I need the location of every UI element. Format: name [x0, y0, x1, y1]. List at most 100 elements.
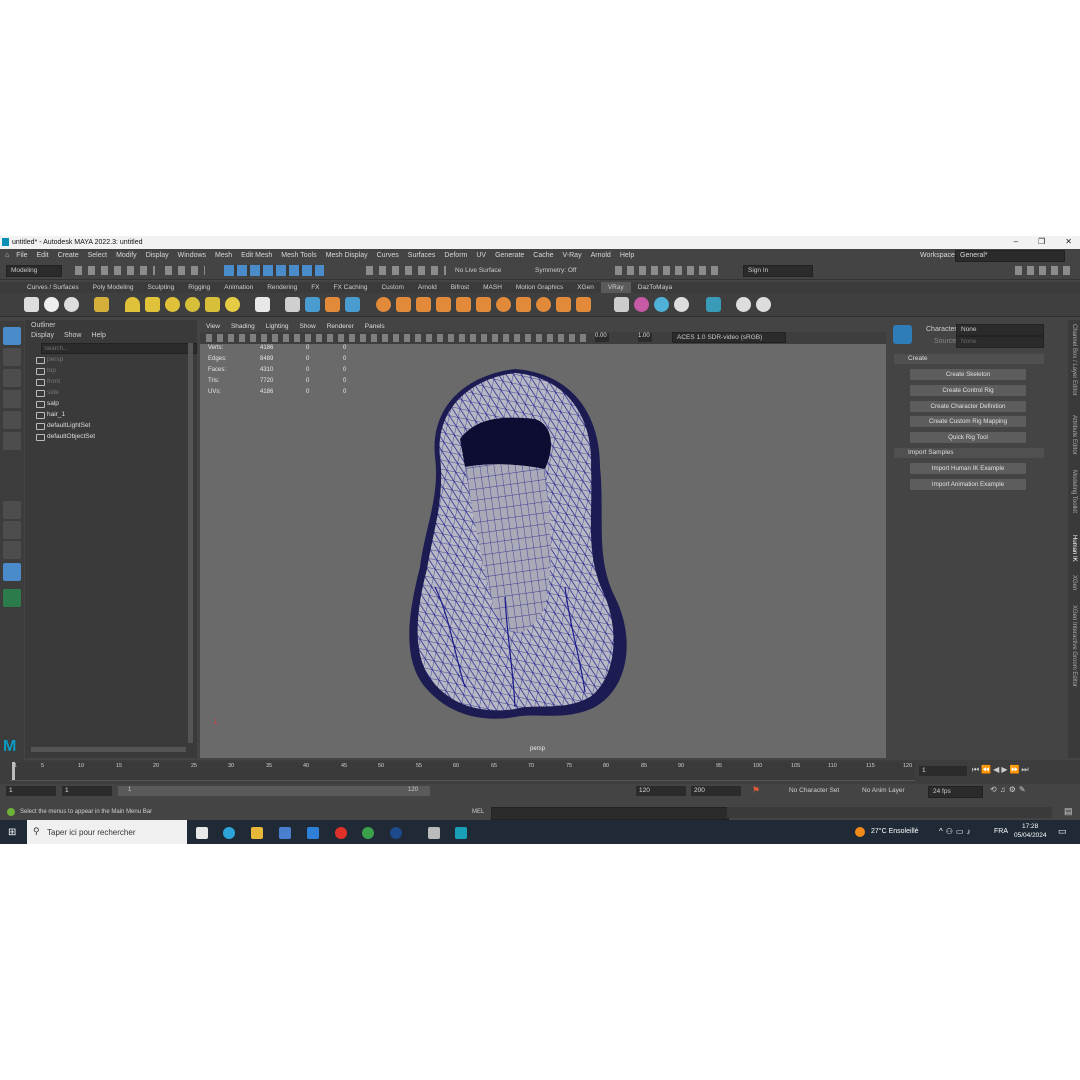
chrome-icon[interactable]	[362, 827, 374, 839]
dome-light-icon[interactable]	[125, 297, 140, 312]
color-space-dropdown[interactable]: ACES 1.0 SDR-video (sRGB)	[672, 332, 786, 343]
search-icon[interactable]	[3, 589, 21, 607]
shelf-tab-sculpting[interactable]: Sculpting	[141, 282, 182, 293]
opera-icon[interactable]	[335, 827, 347, 839]
command-input[interactable]	[491, 807, 729, 820]
weather-text[interactable]: 27°C Ensoleillé	[871, 828, 919, 835]
menu-windows[interactable]: Windows	[178, 252, 206, 259]
side-tab-human-ik[interactable]: Human IK	[1071, 535, 1077, 562]
subdivision-icon[interactable]	[436, 297, 451, 312]
list-item[interactable]: hair_1	[36, 411, 65, 419]
sun-light-icon[interactable]	[225, 297, 240, 312]
taskbar-search[interactable]: ⚲ Taper ici pour rechercher	[27, 820, 187, 844]
outliner-scrollbar[interactable]	[188, 343, 193, 743]
clock-date[interactable]: 05/04/2024	[1014, 832, 1047, 839]
time-ruler[interactable]: 1 5 10 15 20 25 30 35 40 45 50 55 60 65 …	[10, 762, 915, 781]
list-item[interactable]: salp	[36, 400, 59, 408]
render-elements-icon[interactable]	[516, 297, 531, 312]
texture-icon[interactable]	[654, 297, 669, 312]
source-dropdown[interactable]: None	[956, 336, 1044, 348]
viewport-menu-shading[interactable]: Shading	[231, 323, 255, 330]
mtl-wrapper-icon[interactable]	[496, 297, 511, 312]
shelf-tab-motion-graphics[interactable]: Motion Graphics	[509, 282, 570, 293]
tray-icons[interactable]: ^⚇▭♪	[939, 827, 973, 836]
auto-key-icon[interactable]: ⚑	[752, 785, 760, 796]
create-character-definition-button[interactable]: Create Character Definition	[910, 401, 1026, 412]
uv-editor-icon[interactable]	[706, 297, 721, 312]
range-slider[interactable]: 1 120	[118, 786, 430, 796]
menu-display[interactable]: Display	[146, 252, 169, 259]
menu-cache[interactable]: Cache	[533, 252, 553, 259]
snap-icons[interactable]	[366, 266, 446, 275]
file-icon[interactable]	[614, 297, 629, 312]
file-explorer-icon[interactable]	[251, 827, 263, 839]
color-icon[interactable]	[634, 297, 649, 312]
shelf-tab-fx[interactable]: FX	[304, 282, 326, 293]
shelf-tab-arnold[interactable]: Arnold	[411, 282, 444, 293]
menu-mesh-display[interactable]: Mesh Display	[326, 252, 368, 259]
list-item[interactable]: defaultLightSet	[36, 422, 90, 430]
task-view-icon[interactable]	[196, 827, 208, 839]
vray-logo-icon[interactable]	[756, 297, 771, 312]
sign-in-button[interactable]: Sign In	[743, 265, 813, 277]
menu-edit-mesh[interactable]: Edit Mesh	[241, 252, 272, 259]
windows-start-icon[interactable]: ⊞	[8, 827, 16, 838]
shelf-tab-vray[interactable]: VRay	[600, 282, 631, 293]
render-icons[interactable]	[615, 266, 720, 275]
weather-icon[interactable]	[855, 827, 865, 837]
rotate-tool-icon[interactable]	[3, 411, 21, 429]
plane-icon[interactable]	[255, 297, 270, 312]
hypershade-icon[interactable]	[674, 297, 689, 312]
displacement-icon[interactable]	[396, 297, 411, 312]
list-item[interactable]: persp	[36, 356, 63, 364]
viewport-menu-panels[interactable]: Panels	[365, 323, 385, 330]
playback-controls-icons[interactable]: ⏮⏪◀▶⏩⏭	[972, 765, 1031, 775]
side-tab-xgen[interactable]: XGen	[1071, 575, 1077, 590]
menu-select[interactable]: Select	[88, 252, 107, 259]
field-b[interactable]: 1.00	[638, 333, 652, 342]
import-animation-example-button[interactable]: Import Animation Example	[910, 479, 1026, 490]
fur-icon[interactable]	[325, 297, 340, 312]
batch-render-icon[interactable]	[64, 297, 79, 312]
mel-label[interactable]: MEL	[472, 809, 484, 815]
outliner-search-input[interactable]	[41, 343, 197, 354]
hair-mesh-model[interactable]	[395, 367, 645, 727]
steam-icon[interactable]	[390, 827, 402, 839]
mode-dropdown[interactable]: Modeling	[6, 265, 62, 277]
outliner-h-scrollbar[interactable]	[31, 747, 186, 752]
viewport-panel[interactable]: View Shading Lighting Show Renderer Pane…	[200, 322, 886, 758]
minimize-button[interactable]: –	[1014, 237, 1018, 246]
asset-icon[interactable]	[476, 297, 491, 312]
time-slider[interactable]: 1 5 10 15 20 25 30 35 40 45 50 55 60 65 …	[0, 760, 1080, 784]
proxy-icon[interactable]	[285, 297, 300, 312]
create-control-rig-button[interactable]: Create Control Rig	[910, 385, 1026, 396]
character-set-label[interactable]: No Character Set	[789, 787, 839, 794]
menu-file[interactable]: File	[16, 252, 27, 259]
rect-light-icon[interactable]	[145, 297, 160, 312]
menu-create[interactable]: Create	[58, 252, 79, 259]
playback-options-icons[interactable]: ⟲♫⚙✎	[990, 785, 1029, 794]
import-samples-section-header[interactable]: Import Samples	[894, 448, 1044, 458]
viewport-tool-icons[interactable]	[206, 334, 586, 342]
shelf-tab-rigging[interactable]: Rigging	[181, 282, 217, 293]
vfb-icon[interactable]	[536, 297, 551, 312]
vray-settings-icon[interactable]	[94, 297, 109, 312]
symmetry-label[interactable]: Symmetry: Off	[535, 267, 576, 274]
side-tab-xgen-groom-editor[interactable]: XGen Interactive Groom Editor	[1071, 605, 1077, 687]
script-editor-icon[interactable]: ▤	[1064, 806, 1073, 817]
ipr-icon[interactable]	[44, 297, 59, 312]
list-item[interactable]: front	[36, 378, 60, 386]
scale-tool-icon[interactable]	[3, 432, 21, 450]
menu-mesh-tools[interactable]: Mesh Tools	[281, 252, 316, 259]
current-frame-field[interactable]: 1	[919, 766, 967, 776]
playback-start-field[interactable]: 1	[62, 786, 112, 796]
shelf-tab-xgen[interactable]: XGen	[570, 282, 601, 293]
outliner-menu-display[interactable]: Display	[31, 332, 54, 339]
menu-help[interactable]: Help	[620, 252, 634, 259]
store-icon[interactable]	[279, 827, 291, 839]
vrscene-icon[interactable]	[305, 297, 320, 312]
menu-generate[interactable]: Generate	[495, 252, 524, 259]
shelf-tab-curves-surfaces[interactable]: Curves / Surfaces	[20, 282, 86, 293]
quick-rig-tool-button[interactable]: Quick Rig Tool	[910, 432, 1026, 443]
two-view-icon[interactable]	[3, 541, 21, 559]
